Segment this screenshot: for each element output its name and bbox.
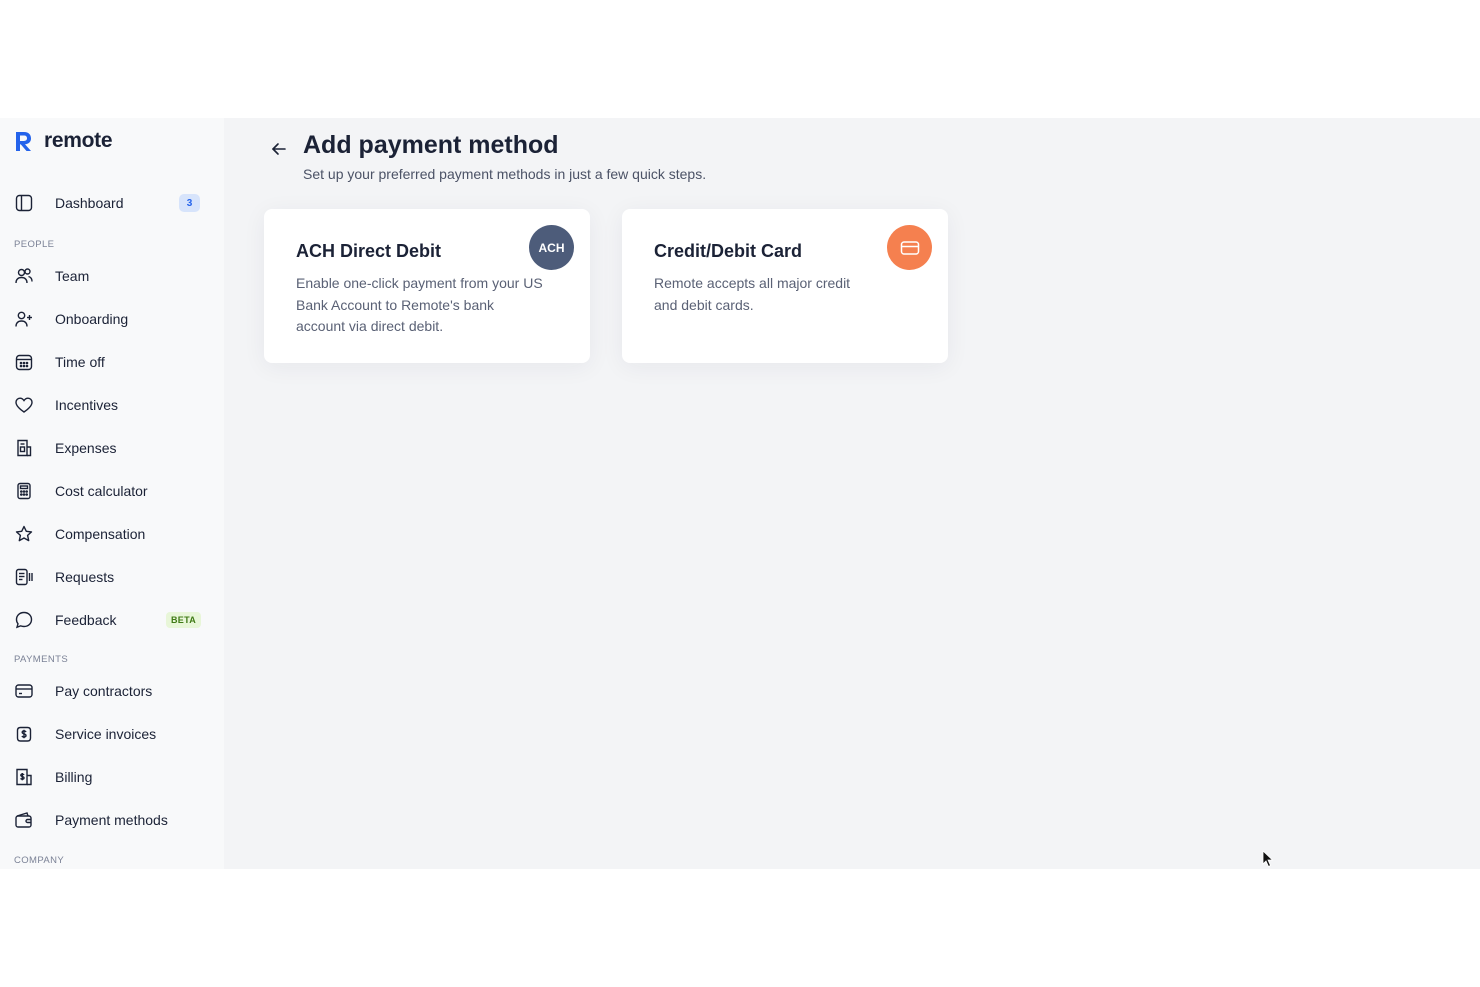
sidebar-item-label: Cost calculator xyxy=(55,483,148,499)
credit-card-icon xyxy=(14,681,34,701)
sidebar-item-team[interactable]: Team xyxy=(0,258,224,294)
sidebar-item-label: Onboarding xyxy=(55,311,129,327)
sidebar-item-requests[interactable]: Requests xyxy=(0,559,224,595)
sidebar-panel-icon xyxy=(14,193,34,213)
page-title: Add payment method xyxy=(303,131,559,159)
payment-option-card-card[interactable]: Credit/Debit Card Remote accepts all maj… xyxy=(622,209,948,363)
sidebar-item-cost-calculator[interactable]: Cost calculator xyxy=(0,473,224,509)
card-title: ACH Direct Debit xyxy=(296,241,442,261)
sidebar-item-label: Service invoices xyxy=(55,726,157,742)
sidebar: remote Dashboard 3 PEOPLE Team Onboardin… xyxy=(0,118,224,869)
calculator-icon xyxy=(14,481,34,501)
logo[interactable]: remote xyxy=(12,128,113,154)
sidebar-item-feedback[interactable]: Feedback BETA xyxy=(0,602,224,638)
credit-card-icon xyxy=(900,240,919,255)
section-label-people: PEOPLE xyxy=(14,239,55,250)
heart-icon xyxy=(14,395,34,415)
remote-logo-icon xyxy=(16,132,31,151)
sidebar-item-label: Dashboard xyxy=(55,195,124,211)
back-arrow-icon[interactable] xyxy=(268,138,290,160)
ach-badge: ACH xyxy=(529,225,574,270)
sidebar-item-label: Billing xyxy=(55,769,93,785)
sidebar-item-label: Payment methods xyxy=(55,812,168,828)
credit-card-badge xyxy=(887,225,932,270)
billing-icon xyxy=(14,767,34,787)
card-description: Enable one-click payment from your US Ba… xyxy=(296,275,543,334)
sidebar-item-expenses[interactable]: Expenses xyxy=(0,430,224,466)
team-icon xyxy=(14,266,34,286)
sidebar-item-incentives[interactable]: Incentives xyxy=(0,387,224,423)
sidebar-item-label: Incentives xyxy=(55,397,119,413)
sidebar-item-pay-contractors[interactable]: Pay contractors xyxy=(0,673,224,709)
sidebar-item-label: Expenses xyxy=(55,440,117,456)
beta-badge: BETA xyxy=(166,612,202,628)
sidebar-item-label: Time off xyxy=(55,354,105,370)
sidebar-item-label: Feedback xyxy=(55,612,117,628)
main-content: Add payment method Set up your preferred… xyxy=(224,118,1480,869)
app-window: remote Dashboard 3 PEOPLE Team Onboardin… xyxy=(0,118,1480,869)
sidebar-item-payment-methods[interactable]: Payment methods xyxy=(0,802,224,838)
sidebar-item-service-invoices[interactable]: Service invoices xyxy=(0,716,224,752)
page-subtitle: Set up your preferred payment methods in… xyxy=(303,166,707,182)
section-label-company: COMPANY xyxy=(14,855,65,866)
notification-count-badge: 3 xyxy=(179,194,200,212)
brand-name: remote xyxy=(44,129,113,152)
sidebar-item-time-off[interactable]: Time off xyxy=(0,344,224,380)
star-icon xyxy=(14,524,34,544)
user-plus-icon xyxy=(14,309,34,329)
sidebar-item-billing[interactable]: Billing xyxy=(0,759,224,795)
sidebar-item-dashboard[interactable]: Dashboard 3 xyxy=(0,185,224,221)
sidebar-item-label: Compensation xyxy=(55,526,146,542)
card-title: Credit/Debit Card xyxy=(654,241,803,261)
sidebar-item-label: Pay contractors xyxy=(55,683,153,699)
chat-bubble-icon xyxy=(14,610,34,630)
receipt-icon xyxy=(14,438,34,458)
calendar-icon xyxy=(14,352,34,372)
invoice-dollar-icon xyxy=(14,724,34,744)
requests-icon xyxy=(14,567,34,587)
sidebar-item-label: Requests xyxy=(55,569,115,585)
wallet-icon xyxy=(14,810,34,830)
card-description: Remote accepts all major credit and debi… xyxy=(654,275,851,313)
mouse-cursor-icon xyxy=(1262,850,1274,868)
sidebar-item-label: Team xyxy=(55,268,90,284)
payment-option-ach-card[interactable]: ACH Direct Debit Enable one-click paymen… xyxy=(264,209,590,363)
section-label-payments: PAYMENTS xyxy=(14,654,69,665)
sidebar-item-compensation[interactable]: Compensation xyxy=(0,516,224,552)
sidebar-item-onboarding[interactable]: Onboarding xyxy=(0,301,224,337)
